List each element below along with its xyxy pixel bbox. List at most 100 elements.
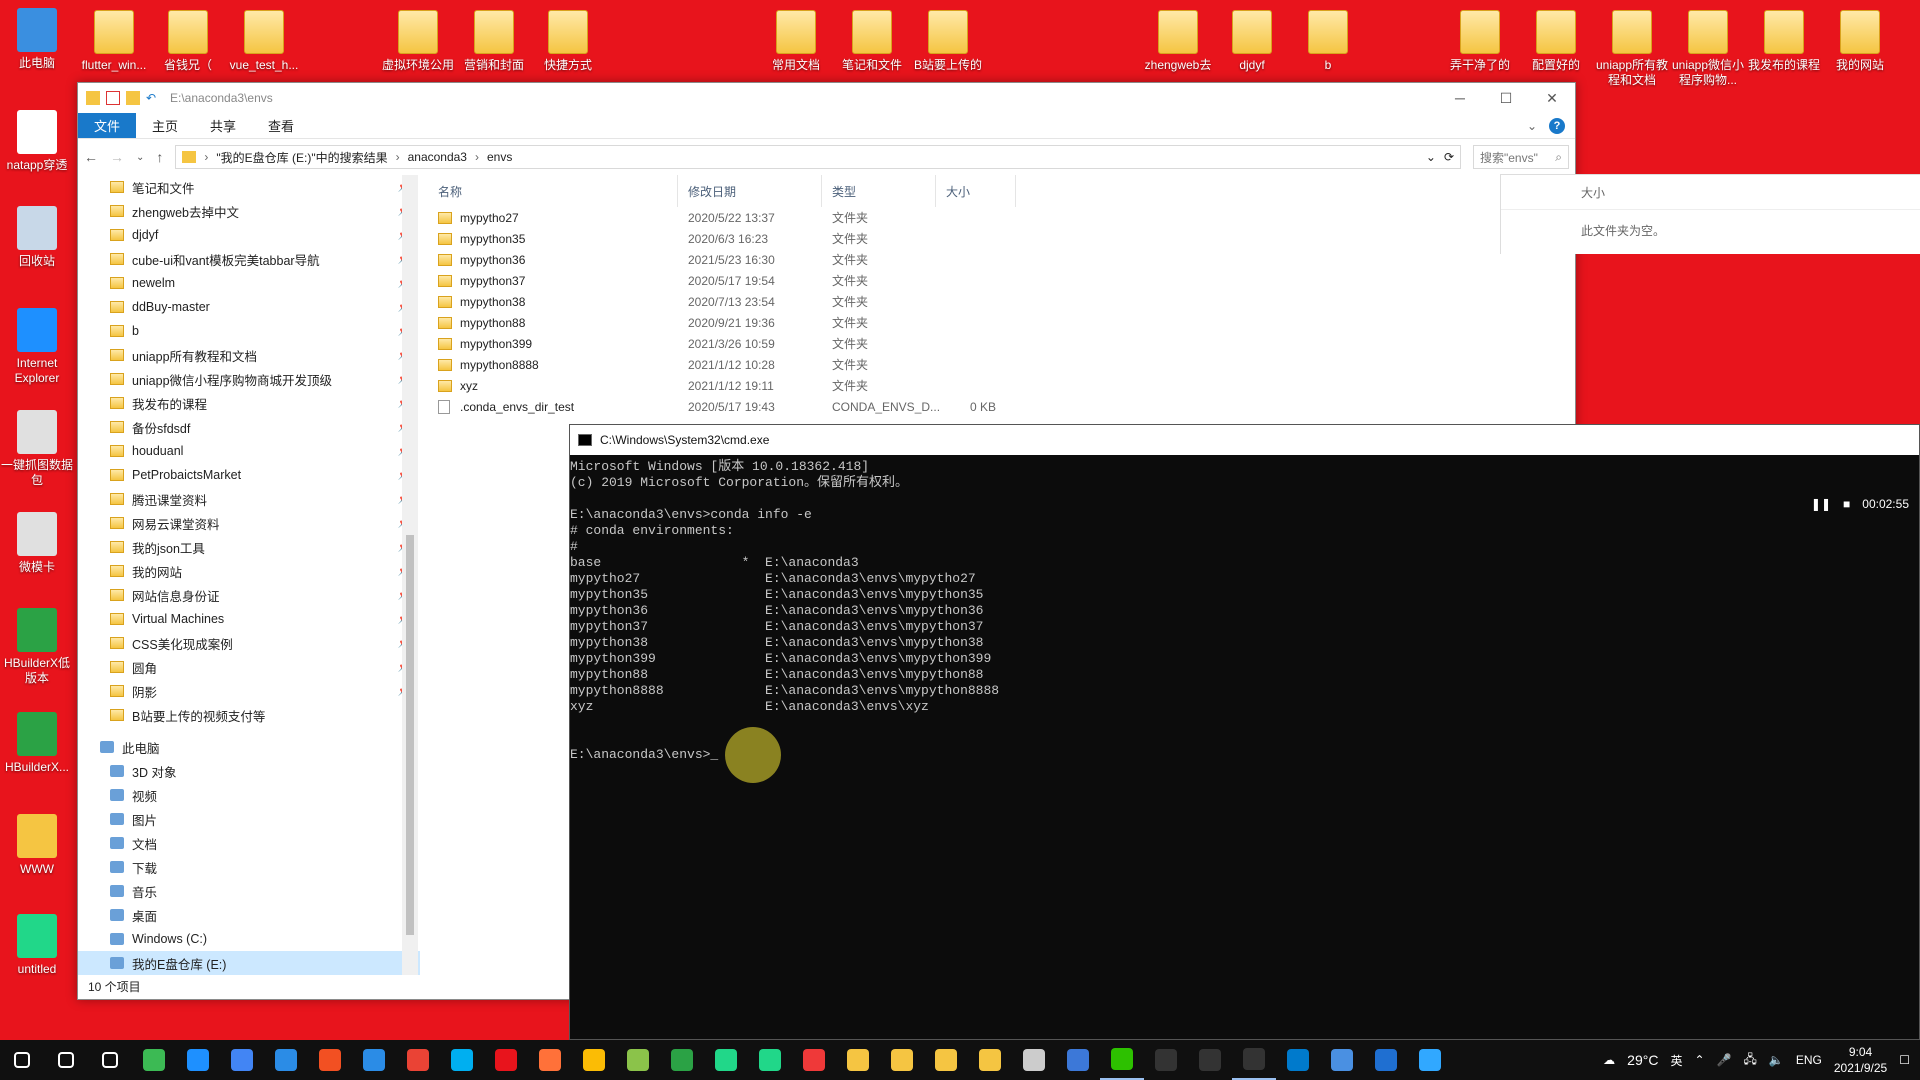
tab-share[interactable]: 共享 <box>194 113 252 138</box>
chrome-alt-icon[interactable] <box>572 1040 616 1080</box>
desktop-icon[interactable]: 我的网站 <box>1822 10 1898 73</box>
folder-icon[interactable] <box>880 1040 924 1080</box>
desktop-icon[interactable]: uniapp所有教程和文档 <box>1594 10 1670 88</box>
vivaldi-icon[interactable] <box>792 1040 836 1080</box>
file-row[interactable]: mypython37 2020/5/17 19:54 文件夹 <box>428 270 1568 291</box>
qq-browser-icon[interactable] <box>264 1040 308 1080</box>
desktop-icon[interactable]: 此电脑 <box>0 8 75 71</box>
store-icon[interactable] <box>308 1040 352 1080</box>
maximize-button[interactable]: ☐ <box>1483 83 1529 113</box>
app-icon[interactable] <box>1320 1040 1364 1080</box>
folder-icon[interactable] <box>836 1040 880 1080</box>
hbuilder-icon[interactable] <box>660 1040 704 1080</box>
weather-icon[interactable]: ☁ <box>1603 1053 1615 1067</box>
desktop-icon[interactable]: natapp穿透 <box>0 110 75 173</box>
col-size[interactable]: 大小 <box>936 175 1016 207</box>
desktop-icon[interactable]: 回收站 <box>0 206 75 269</box>
file-row[interactable]: mypython38 2020/7/13 23:54 文件夹 <box>428 291 1568 312</box>
help-icon[interactable]: ? <box>1549 117 1565 134</box>
search-icon[interactable] <box>44 1040 88 1080</box>
file-row[interactable]: mypytho27 2020/5/22 13:37 文件夹 <box>428 207 1568 228</box>
file-row[interactable]: .conda_envs_dir_test 2020/5/17 19:43 CONDA… <box>428 396 1568 417</box>
forward-icon[interactable]: → <box>110 149 124 165</box>
desktop-icon[interactable]: 微模卡 <box>0 512 75 575</box>
nav-item[interactable]: uniapp所有教程和文档📌 <box>78 343 420 367</box>
nav-pc-item[interactable]: 下载 <box>78 855 420 879</box>
sync-icon[interactable] <box>352 1040 396 1080</box>
desktop-icon[interactable]: 常用文档 <box>758 10 834 73</box>
nav-item[interactable]: zhengweb去掉中文📌 <box>78 199 420 223</box>
nav-item[interactable]: B站要上传的视频支付等 <box>78 703 420 727</box>
pause-icon[interactable]: ❚❚ <box>1811 497 1831 511</box>
nav-item[interactable]: ddBuy-master📌 <box>78 295 420 319</box>
wechat-icon[interactable] <box>1100 1040 1144 1080</box>
chrome-blue-icon[interactable] <box>220 1040 264 1080</box>
desktop-icon[interactable]: vue_test_h... <box>226 10 302 73</box>
nav-item[interactable]: 网站信息身份证📌 <box>78 583 420 607</box>
terminal-icon[interactable] <box>1144 1040 1188 1080</box>
firefox-icon[interactable] <box>528 1040 572 1080</box>
stop-icon[interactable]: ■ <box>1843 497 1850 511</box>
recent-locations-icon[interactable]: ⌄ <box>136 152 144 163</box>
nav-item[interactable]: 圆角📌 <box>78 655 420 679</box>
col-date[interactable]: 修改日期 <box>678 175 822 207</box>
vscode-icon[interactable] <box>1276 1040 1320 1080</box>
desktop-icon[interactable]: 我发布的课程 <box>1746 10 1822 73</box>
nav-item[interactable]: CSS美化现成案例📌 <box>78 631 420 655</box>
pycharm-icon[interactable] <box>704 1040 748 1080</box>
nav-pc-item[interactable]: 我的E盘仓库 (E:) <box>78 951 420 975</box>
desktop-icon[interactable]: Internet Explorer <box>0 308 75 386</box>
nav-pc-item[interactable]: 视频 <box>78 783 420 807</box>
nav-item[interactable]: newelm📌 <box>78 271 420 295</box>
chevron-down-icon[interactable]: ⌄ <box>1426 150 1436 164</box>
nav-item[interactable]: djdyf📌 <box>78 223 420 247</box>
file-row[interactable]: mypython8888 2021/1/12 10:28 文件夹 <box>428 354 1568 375</box>
file-row[interactable]: mypython88 2020/9/21 19:36 文件夹 <box>428 312 1568 333</box>
recorder-icon[interactable] <box>484 1040 528 1080</box>
new-folder-icon[interactable] <box>126 91 140 105</box>
search-input[interactable]: 搜索"envs" ⌕ <box>1473 145 1569 169</box>
col-name[interactable]: 名称 <box>428 175 678 207</box>
desktop-icon[interactable]: 笔记和文件 <box>834 10 910 73</box>
nav-item[interactable]: PetProbaictsMarket📌 <box>78 463 420 487</box>
terminal-icon[interactable] <box>1188 1040 1232 1080</box>
desktop-icon[interactable]: 一键抓图数据包 <box>0 410 75 488</box>
windows-start-icon[interactable] <box>0 1040 44 1080</box>
desktop-icon[interactable]: djdyf <box>1214 10 1290 73</box>
clock[interactable]: 9:04 2021/9/25 <box>1834 1044 1887 1076</box>
vscode-alt-icon[interactable] <box>1056 1040 1100 1080</box>
chevron-up-icon[interactable]: ⌃ <box>1694 1053 1704 1067</box>
properties-icon[interactable] <box>106 91 120 105</box>
nav-pc-item[interactable]: 桌面 <box>78 903 420 927</box>
nav-item[interactable]: cube-ui和vant模板完美tabbar导航📌 <box>78 247 420 271</box>
desktop-icon[interactable]: 弄干净了的 <box>1442 10 1518 73</box>
pycharm-alt-icon[interactable] <box>748 1040 792 1080</box>
close-button[interactable]: ✕ <box>1529 83 1575 113</box>
tab-home[interactable]: 主页 <box>136 113 194 138</box>
weather-temp[interactable]: 29°C <box>1627 1052 1658 1068</box>
nav-item[interactable]: 我的json工具📌 <box>78 535 420 559</box>
nav-item[interactable]: uniapp微信小程序购物商城开发顶级📌 <box>78 367 420 391</box>
nav-item[interactable]: Virtual Machines📌 <box>78 607 420 631</box>
desktop-icon[interactable]: 快捷方式 <box>530 10 606 73</box>
desktop-icon[interactable]: b <box>1290 10 1366 73</box>
file-row[interactable]: xyz 2021/1/12 19:11 文件夹 <box>428 375 1568 396</box>
nav-pc-item[interactable]: 文档 <box>78 831 420 855</box>
desktop-icon[interactable]: 省钱兄（ <box>150 10 226 73</box>
desktop-icon[interactable]: uniapp微信小程序购物... <box>1670 10 1746 88</box>
folder-icon[interactable] <box>968 1040 1012 1080</box>
file-row[interactable]: mypython399 2021/3/26 10:59 文件夹 <box>428 333 1568 354</box>
ie-icon[interactable] <box>176 1040 220 1080</box>
desktop-icon[interactable]: flutter_win... <box>76 10 152 73</box>
desktop-icon[interactable]: HBuilderX... <box>0 712 75 775</box>
desktop-icon[interactable]: B站要上传的 <box>910 10 986 73</box>
desktop-icon[interactable]: WWW <box>0 814 75 877</box>
scrollbar-thumb[interactable] <box>406 535 414 935</box>
nav-pc-item[interactable]: 图片 <box>78 807 420 831</box>
skype-icon[interactable] <box>440 1040 484 1080</box>
file-row[interactable]: mypython35 2020/6/3 16:23 文件夹 <box>428 228 1568 249</box>
nav-item[interactable]: 阴影📌 <box>78 679 420 703</box>
nav-item[interactable]: 腾迅课堂资料📌 <box>78 487 420 511</box>
nav-item[interactable]: 网易云课堂资料📌 <box>78 511 420 535</box>
player-icon[interactable] <box>1364 1040 1408 1080</box>
